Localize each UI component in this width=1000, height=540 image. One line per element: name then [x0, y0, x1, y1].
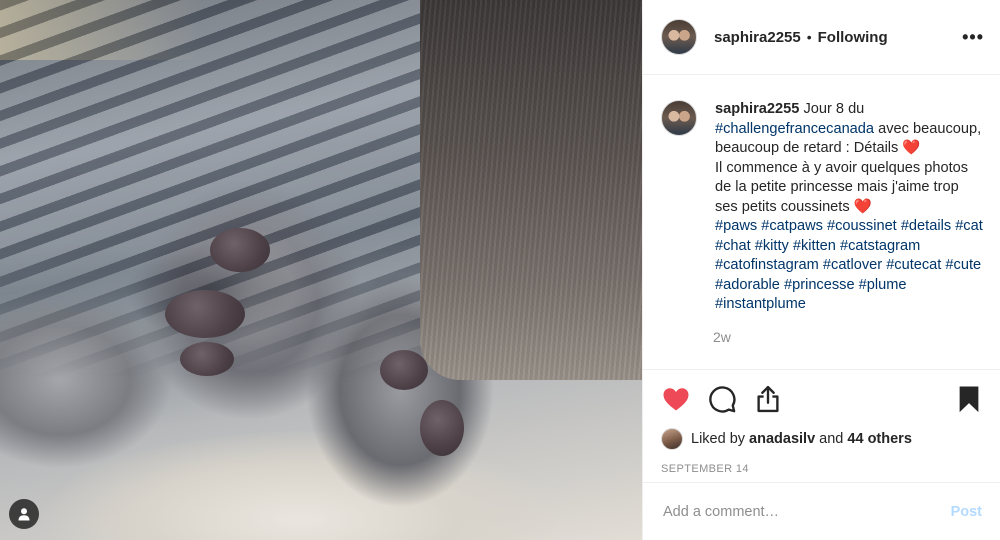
hashtag-link[interactable]: #chat — [715, 238, 751, 254]
hashtag-link[interactable]: #catofinstagram — [715, 257, 819, 273]
caption-text: saphira2255 Jour 8 du #challengefranceca… — [715, 100, 984, 315]
header-separator: • — [806, 29, 812, 45]
likes-summary: Liked by anadasilv and 44 others — [643, 428, 1000, 450]
share-icon[interactable] — [753, 384, 783, 414]
post-photo[interactable] — [0, 0, 642, 540]
author-avatar[interactable] — [661, 19, 697, 55]
paw-pad — [420, 400, 464, 456]
hashtag-link[interactable]: #adorable — [715, 277, 780, 293]
caption-line3: Il commence à y avoir quelques photos de… — [715, 159, 969, 215]
post-comment-button[interactable]: Post — [951, 504, 982, 520]
post-side-panel: saphira2255 • Following ••• saphira2255 … — [642, 0, 1000, 540]
caption: saphira2255 Jour 8 du #challengefranceca… — [661, 100, 984, 315]
likes-others-link[interactable]: 44 others — [847, 431, 911, 447]
hashtag-link[interactable]: #kitten — [793, 238, 836, 254]
user-icon — [18, 508, 30, 521]
hashtag-link[interactable]: #catstagram — [840, 238, 920, 254]
author-username[interactable]: saphira2255 — [714, 29, 801, 46]
post-date[interactable]: SEPTEMBER 14 — [643, 450, 1000, 482]
hashtag-link[interactable]: #paws — [715, 218, 757, 234]
paw-pad — [165, 290, 245, 338]
paw-pad — [210, 228, 270, 272]
caption-line1: Jour 8 du — [803, 101, 865, 117]
hashtag-link[interactable]: #instantplume — [715, 296, 806, 312]
caption-author-avatar[interactable] — [661, 100, 697, 136]
more-options-icon[interactable]: ••• — [962, 28, 984, 46]
hashtag-link[interactable]: #cutecat — [886, 257, 941, 273]
comment-input[interactable] — [661, 502, 951, 521]
caption-username[interactable]: saphira2255 — [715, 101, 799, 117]
heart-emoji: ❤️ — [902, 140, 921, 156]
following-button[interactable]: Following — [818, 29, 888, 46]
post-header: saphira2255 • Following ••• — [643, 0, 1000, 75]
hashtag-link[interactable]: #catpaws — [761, 218, 823, 234]
likes-conjunction: and — [819, 431, 844, 447]
hashtag-list: #paws #catpaws #coussinet #details #cat … — [715, 218, 983, 312]
add-comment-section: Post — [643, 482, 1000, 540]
liker-username[interactable]: anadasilv — [749, 431, 815, 447]
hashtag-link[interactable]: #coussinet — [827, 218, 897, 234]
hashtag-link[interactable]: #challengefrancecanada — [715, 121, 874, 137]
hashtag-link[interactable]: #plume — [859, 277, 907, 293]
post-time-ago[interactable]: 2w — [713, 329, 984, 345]
hashtag-link[interactable]: #cat — [955, 218, 983, 234]
comments-area: saphira2255 Jour 8 du #challengefranceca… — [643, 75, 1000, 370]
instagram-post: saphira2255 • Following ••• saphira2255 … — [0, 0, 1000, 540]
hashtag-link[interactable]: #catlover — [823, 257, 882, 273]
photo-dark-leg — [420, 0, 642, 380]
bookmark-icon[interactable] — [954, 384, 984, 414]
action-bar — [643, 370, 1000, 428]
like-heart-icon[interactable] — [661, 384, 691, 414]
paw-pad — [380, 350, 428, 390]
hashtag-link[interactable]: #kitty — [755, 238, 789, 254]
hashtag-link[interactable]: #princesse — [784, 277, 855, 293]
paw-pad — [180, 342, 234, 376]
likes-prefix: Liked by — [691, 431, 746, 447]
hashtag-link[interactable]: #details — [901, 218, 951, 234]
comment-bubble-icon[interactable] — [707, 384, 737, 414]
liker-avatar[interactable] — [661, 428, 683, 450]
tagged-users-button[interactable] — [9, 499, 39, 529]
hashtag-link[interactable]: #cute — [945, 257, 981, 273]
heart-emoji: ❤️ — [853, 198, 872, 215]
